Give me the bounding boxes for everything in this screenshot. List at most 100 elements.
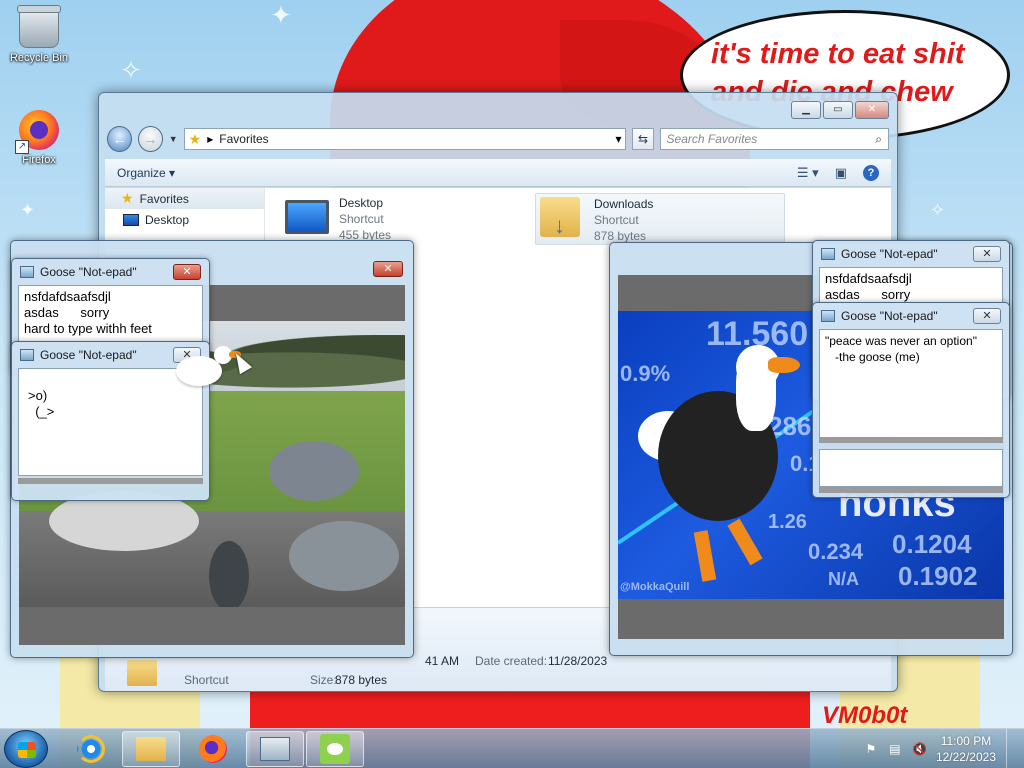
command-bar: Organize ▾ ☰ ▾ ▣ ?: [105, 159, 891, 187]
forward-button[interactable]: →: [137, 126, 163, 152]
downloads-folder-icon: ↓: [540, 197, 586, 241]
notepad-icon: [20, 349, 34, 361]
taskbar: ⚑ ▤ 🔇 11:00 PM 12/22/2023: [0, 728, 1024, 768]
action-center-flag-icon[interactable]: ⚑: [864, 742, 878, 756]
window-controls: ▁ ▭ ✕: [791, 101, 889, 119]
stonks-number: 0.234: [808, 539, 864, 564]
stonks-watermark: @MokkaQuill: [620, 581, 690, 593]
stonks-number: 0.1204: [892, 529, 972, 559]
address-text: Favorites: [219, 132, 269, 146]
close-button[interactable]: ✕: [373, 261, 403, 277]
nav-item-favorites[interactable]: ★ Favorites: [105, 188, 264, 209]
desktop-icon-firefox[interactable]: ↗ Firefox: [4, 110, 74, 166]
date-created-label: Date created:: [475, 654, 548, 668]
desktop-icon-label: Firefox: [22, 154, 56, 166]
stonks-number: 0.9%: [620, 361, 671, 386]
nav-item-label: Favorites: [139, 191, 189, 206]
size-value: 878 bytes: [335, 673, 388, 687]
desktop-icon-recycle-bin[interactable]: Recycle Bin: [4, 5, 74, 64]
address-bar[interactable]: ★ ▸ Favorites ▾: [183, 128, 627, 150]
date-modified-fragment: 41 AM: [425, 654, 460, 668]
firefox-icon: [199, 735, 227, 763]
close-button[interactable]: ✕: [173, 264, 201, 280]
address-dropdown-icon[interactable]: ▾: [615, 132, 621, 146]
clock-time: 11:00 PM: [940, 734, 992, 748]
pigeon: [289, 521, 399, 591]
folder-icon: [136, 737, 166, 761]
pigeon: [269, 441, 359, 501]
show-desktop-button[interactable]: [1006, 729, 1018, 768]
taskbar-network[interactable]: [246, 731, 304, 767]
network-tray-icon[interactable]: ▤: [888, 742, 902, 756]
nav-item-desktop[interactable]: Desktop: [105, 209, 264, 230]
nav-item-label: Desktop: [145, 212, 190, 227]
search-icon[interactable]: ⌕: [875, 132, 882, 147]
notepad-title-text: Goose "Not-epad": [841, 309, 938, 323]
size-label: Size:: [310, 673, 337, 687]
goose-icon: [320, 734, 350, 764]
item-type: Shortcut: [184, 673, 229, 687]
notepad-lower-area: [819, 449, 1003, 487]
horizontal-scrollbar[interactable]: [819, 487, 1003, 493]
date-created-value: 11/28/2023: [548, 654, 608, 668]
file-item-desktop[interactable]: Desktop Shortcut 455 bytes: [285, 196, 391, 242]
file-type: Shortcut: [339, 212, 384, 226]
goose-foot: [727, 518, 763, 566]
file-item-downloads[interactable]: ↓ Downloads Shortcut 878 bytes: [535, 193, 785, 245]
taskbar-firefox[interactable]: [184, 731, 242, 767]
wallpaper-star: ✧: [930, 200, 946, 220]
goose-notepad-4: Goose "Not-epad" ✕ "peace was never an o…: [812, 302, 1010, 498]
desktop-shortcut-icon: [285, 196, 331, 240]
file-size: 878 bytes: [594, 229, 647, 243]
close-button[interactable]: ✕: [973, 246, 1001, 262]
horizontal-scrollbar[interactable]: [18, 478, 203, 484]
close-button[interactable]: ✕: [855, 101, 889, 119]
notepad-icon: [20, 266, 34, 278]
breadcrumb-arrow-icon[interactable]: ▸: [207, 132, 213, 146]
volume-muted-icon[interactable]: 🔇: [912, 742, 927, 756]
taskbar-desktop-goose[interactable]: [306, 731, 364, 767]
taskbar-explorer[interactable]: [122, 731, 180, 767]
back-button[interactable]: ←: [107, 126, 132, 152]
refresh-button[interactable]: ⇆: [632, 128, 654, 150]
minimize-button[interactable]: ▁: [791, 101, 821, 119]
notepad-title: Goose "Not-epad": [821, 309, 938, 323]
clock[interactable]: 11:00 PM 12/22/2023: [936, 733, 996, 765]
desktop-icon: [123, 213, 139, 226]
desktop-icon-label: Recycle Bin: [9, 52, 69, 64]
recycle-bin-icon: [17, 5, 61, 48]
view-options-icon[interactable]: ☰ ▾: [797, 165, 819, 181]
organize-label: Organize: [117, 165, 166, 180]
notepad-text-area[interactable]: "peace was never an option" -the goose (…: [819, 329, 1003, 439]
help-icon[interactable]: ?: [863, 164, 879, 181]
favorites-star-icon: ★: [188, 130, 202, 147]
firefox-icon: ↗: [15, 110, 59, 154]
organize-menu[interactable]: Organize ▾: [117, 166, 175, 180]
notepad-text-area[interactable]: >o) (_>: [18, 368, 203, 476]
close-button[interactable]: ✕: [973, 308, 1001, 324]
search-box[interactable]: Search Favorites ⌕: [659, 128, 889, 150]
wallpaper-star: ✦: [270, 0, 292, 30]
favorites-star-icon: ★: [121, 190, 134, 206]
stonks-number: 1.26: [768, 511, 807, 533]
wallpaper-star: ✧: [120, 55, 142, 85]
recent-pages-dropdown[interactable]: ▼: [169, 134, 178, 144]
preview-pane-icon[interactable]: ▣: [835, 165, 847, 181]
downloads-folder-icon: [127, 660, 157, 686]
network-icon: [260, 737, 290, 761]
start-button[interactable]: [4, 730, 48, 768]
stonks-number: 0.1902: [898, 561, 978, 591]
notepad-text-area[interactable]: nsfdafdsaafsdjl asdas sorry hard to type…: [18, 285, 203, 343]
notepad-icon: [821, 310, 835, 322]
navigation-bar: ← → ▼ ★ ▸ Favorites ▾ ⇆ Search Favorites…: [107, 125, 889, 153]
search-placeholder: Search Favorites: [666, 132, 758, 146]
maximize-button[interactable]: ▭: [823, 101, 853, 119]
wallpaper-signature: VM0b0t: [822, 702, 908, 729]
taskbar-internet-explorer[interactable]: [62, 731, 120, 767]
notepad-title: Goose "Not-epad": [20, 348, 137, 362]
file-type: Shortcut: [594, 213, 639, 227]
goose-beak: [768, 357, 800, 373]
goose-foot: [693, 530, 717, 582]
notepad-title: Goose "Not-epad": [821, 247, 938, 261]
horizontal-scrollbar[interactable]: [819, 437, 1003, 443]
